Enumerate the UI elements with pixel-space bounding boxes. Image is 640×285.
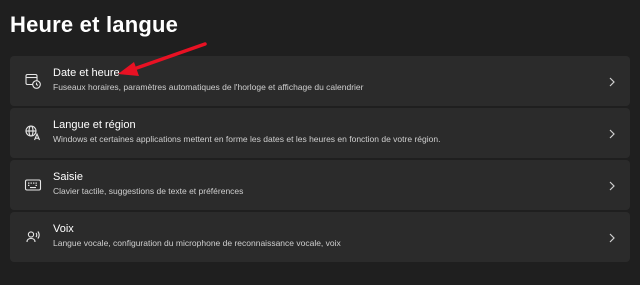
setting-title: Saisie <box>53 171 83 183</box>
chevron-right-icon <box>608 231 616 243</box>
setting-title: Langue et région <box>53 119 136 131</box>
setting-description: Fuseaux horaires, paramètres automatique… <box>53 82 364 92</box>
keyboard-icon <box>24 176 42 194</box>
chevron-right-icon <box>608 127 616 139</box>
setting-typing[interactable]: Saisie Clavier tactile, suggestions de t… <box>10 160 630 210</box>
settings-page: Heure et langue Date et heure Fuseaux ho… <box>0 0 640 285</box>
setting-language-region[interactable]: Langue et région Windows et certaines ap… <box>10 108 630 158</box>
setting-speech[interactable]: Voix Langue vocale, configuration du mic… <box>10 212 630 262</box>
language-icon <box>24 124 42 142</box>
chevron-right-icon <box>608 75 616 87</box>
page-title: Heure et langue <box>10 12 179 37</box>
setting-title: Date et heure <box>53 67 120 79</box>
setting-title: Voix <box>53 223 74 235</box>
setting-date-time[interactable]: Date et heure Fuseaux horaires, paramètr… <box>10 56 630 106</box>
chevron-right-icon <box>608 179 616 191</box>
setting-description: Langue vocale, configuration du micropho… <box>53 238 341 248</box>
setting-description: Windows et certaines applications metten… <box>53 134 441 144</box>
calendar-clock-icon <box>24 72 42 90</box>
speech-icon <box>24 228 42 246</box>
setting-description: Clavier tactile, suggestions de texte et… <box>53 186 244 196</box>
